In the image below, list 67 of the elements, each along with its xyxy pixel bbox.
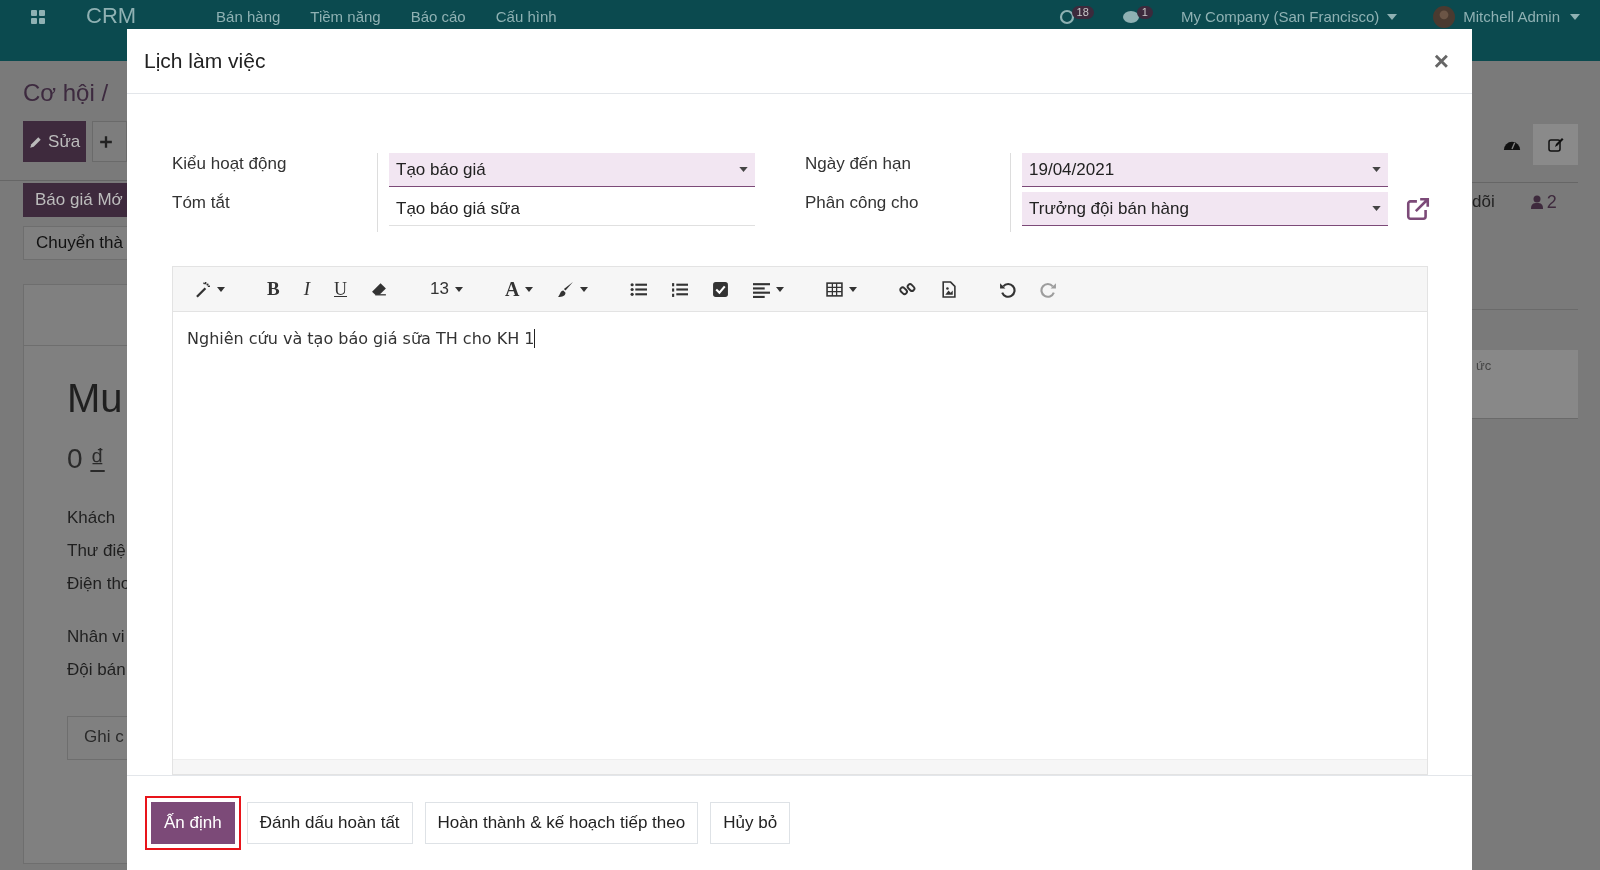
undo-icon xyxy=(999,280,1017,298)
format-button[interactable]: 13 xyxy=(427,277,466,301)
brush-icon xyxy=(557,280,575,298)
edit-button[interactable]: Sửa xyxy=(23,121,87,162)
app-name: CRM xyxy=(86,5,137,27)
caret-icon xyxy=(849,286,858,292)
caret-icon xyxy=(1387,14,1398,20)
field-label: Đội bán xyxy=(67,659,127,681)
dropdown-field[interactable]: Trưởng đội bán hàng xyxy=(1022,192,1388,226)
caret-icon xyxy=(217,286,225,292)
resize-handle[interactable] xyxy=(173,759,1427,774)
magic-wand-icon xyxy=(194,280,211,298)
format-button[interactable]: A xyxy=(501,275,537,303)
field-label: Phân công cho xyxy=(805,193,920,214)
field-label: Kiểu hoạt động xyxy=(172,154,288,175)
nav-menu-item[interactable]: Cấu hình xyxy=(495,8,557,26)
link-icon xyxy=(899,280,917,298)
nav-menu-item[interactable]: Bán hàng xyxy=(216,8,281,26)
edit-icon xyxy=(1547,136,1564,153)
person-icon[interactable] xyxy=(1530,195,1543,209)
bullet-list-icon xyxy=(630,280,648,298)
message-count-badge: 1 xyxy=(1136,6,1153,19)
create-button[interactable] xyxy=(92,121,127,162)
checkbox-icon xyxy=(712,280,730,298)
numbered-list-icon xyxy=(671,280,689,298)
caret-icon xyxy=(525,286,534,292)
dialog-title: Lịch làm việc xyxy=(144,49,266,73)
dropdown-field[interactable]: Tạo báo giá xyxy=(389,153,755,187)
eraser-icon xyxy=(371,280,388,298)
caret-icon xyxy=(454,286,463,292)
nav-menu-item[interactable]: Tiềm năng xyxy=(310,8,381,26)
followers-label: dõi xyxy=(1472,192,1495,212)
caret-icon xyxy=(1570,14,1580,20)
format-button[interactable]: U xyxy=(331,276,350,302)
record-title: Mu xyxy=(67,376,124,421)
nav-menu-item[interactable]: Báo cáo xyxy=(410,8,466,26)
action-button[interactable]: Đánh dấu hoàn tất xyxy=(246,802,413,844)
format-button[interactable]: B xyxy=(264,276,283,302)
close-button[interactable]: × xyxy=(1427,45,1455,77)
note-text: Nghiên cứu và tạo báo giá sữa TH cho KH 1 xyxy=(187,329,535,348)
plus-icon xyxy=(99,134,114,149)
external-link-icon[interactable] xyxy=(1405,196,1431,222)
chat-icon[interactable] xyxy=(1121,9,1140,25)
company-switcher[interactable]: My Company (San Francisco) xyxy=(1180,8,1380,26)
align-left-icon xyxy=(753,280,771,298)
image-icon xyxy=(940,280,958,298)
action-button[interactable]: Hoàn thành & kế hoạch tiếp theo xyxy=(424,802,699,844)
followers-count: 2 xyxy=(1546,191,1557,213)
apps-menu-icon[interactable] xyxy=(30,9,46,25)
amount-text: 0 ₫ xyxy=(67,443,106,475)
caret-icon xyxy=(776,286,785,292)
dropdown-field[interactable]: 19/04/2021 xyxy=(1022,153,1388,187)
field-label: Thư điệ xyxy=(67,540,127,562)
field-label: Khách xyxy=(67,507,117,529)
activity-count-badge: 18 xyxy=(1071,6,1094,19)
redo-icon xyxy=(1040,280,1058,298)
action-button[interactable]: Hủy bỏ xyxy=(710,802,791,844)
format-button[interactable]: I xyxy=(300,276,313,302)
note-editor[interactable]: Nghiên cứu và tạo báo giá sữa TH cho KH 1 xyxy=(173,312,1427,759)
field-label: Ngày đến hạn xyxy=(805,154,912,175)
table-icon xyxy=(826,280,844,298)
pencil-icon xyxy=(29,134,44,149)
schedule-button[interactable]: Ấn định xyxy=(151,802,235,844)
caret-icon xyxy=(580,286,589,292)
edit-mode-button[interactable] xyxy=(1533,124,1578,165)
field-label: Nhân vi xyxy=(67,626,126,648)
user-menu[interactable]: Mitchell Admin xyxy=(1463,8,1560,26)
